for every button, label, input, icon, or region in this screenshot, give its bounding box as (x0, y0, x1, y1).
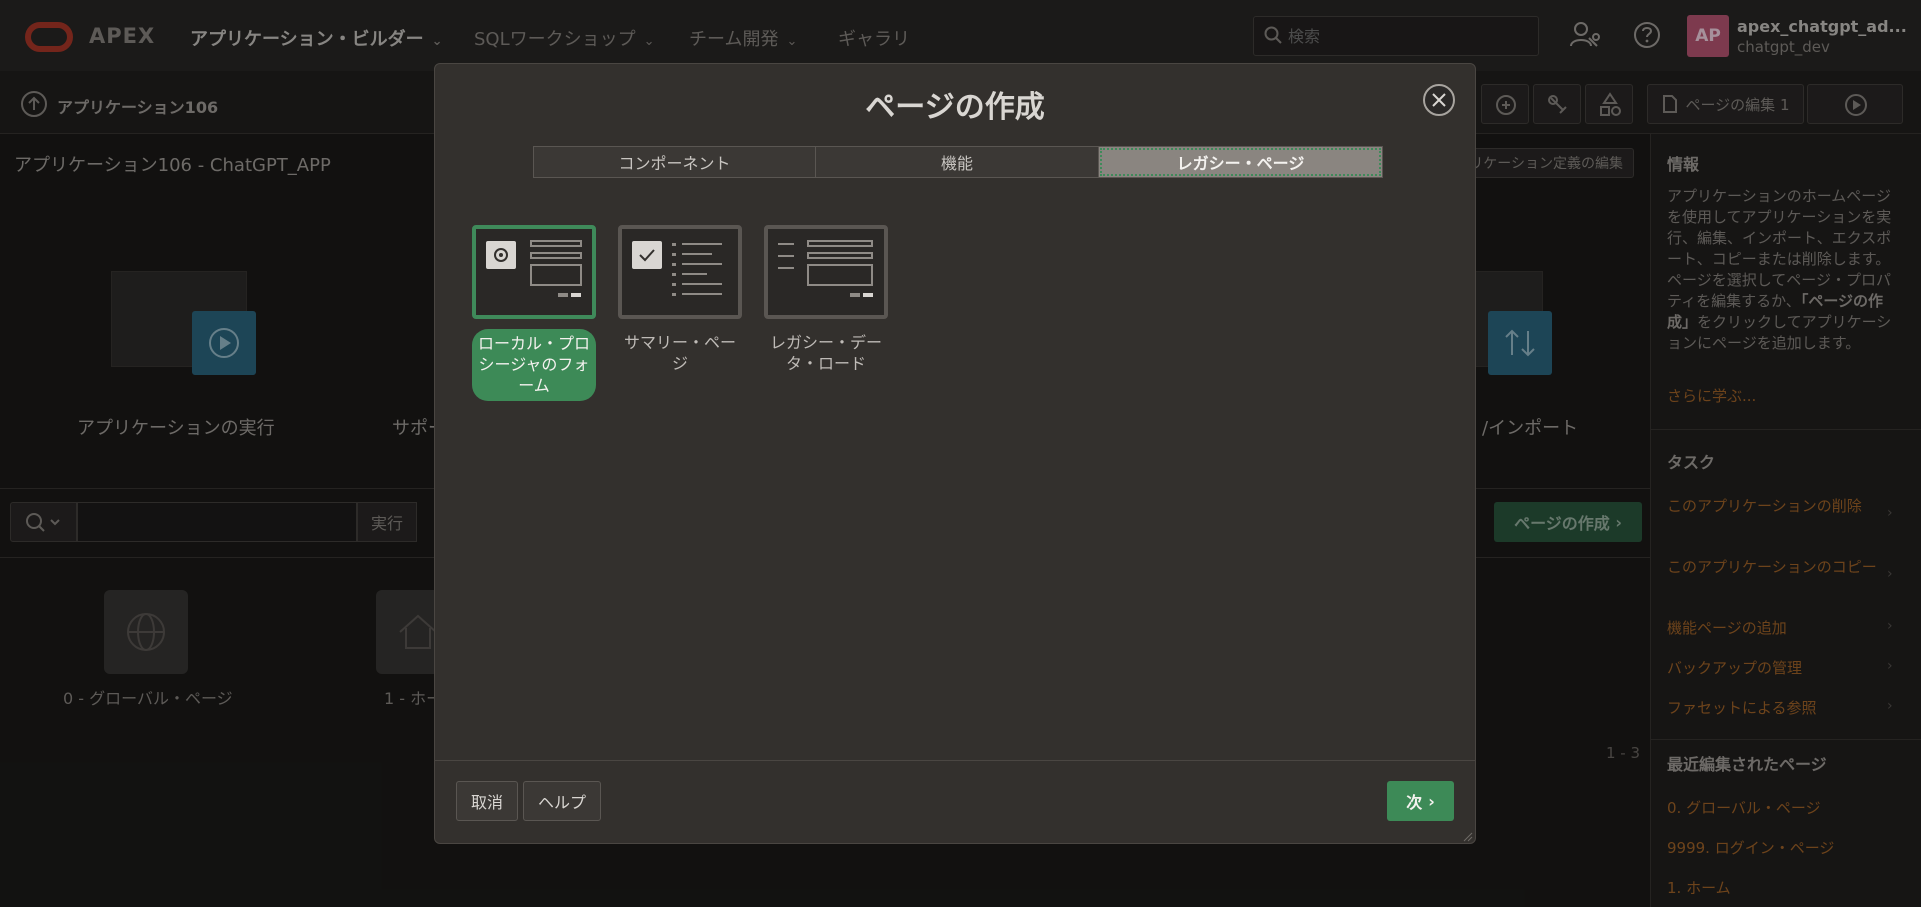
chevron-right-icon: › (1428, 791, 1435, 811)
close-button[interactable] (1423, 84, 1455, 116)
cancel-button[interactable]: 取消 (456, 781, 518, 821)
create-page-dialog: ページの作成 コンポーネント 機能 レガシー・ページ ローカル・プロシージャのフ… (434, 63, 1476, 844)
tab-features[interactable]: 機能 (816, 147, 1099, 177)
help-button[interactable]: ヘルプ (523, 781, 601, 821)
dialog-footer-divider (435, 760, 1475, 761)
data-load-template-icon (778, 240, 873, 297)
next-label: 次 (1406, 793, 1423, 812)
page-type-tabs: コンポーネント 機能 レガシー・ページ (533, 146, 1383, 178)
resize-handle-icon[interactable] (1463, 832, 1473, 842)
form-template-icon (486, 240, 582, 297)
close-icon (1432, 93, 1446, 107)
card-legacy-data-load-label[interactable]: レガシー・データ・ロード (764, 332, 888, 374)
summary-template-icon (632, 241, 722, 296)
card-summary-page[interactable] (618, 225, 742, 319)
card-local-procedure-form[interactable] (472, 225, 596, 319)
card-local-procedure-form-label[interactable]: ローカル・プロシージャのフォーム (472, 329, 596, 401)
dialog-title: ページの作成 (865, 90, 1045, 125)
tab-components[interactable]: コンポーネント (534, 147, 816, 177)
card-summary-page-label[interactable]: サマリー・ページ (618, 332, 742, 374)
tab-legacy-pages[interactable]: レガシー・ページ (1099, 147, 1382, 177)
card-legacy-data-load[interactable] (764, 225, 888, 319)
next-button[interactable]: 次 › (1387, 781, 1454, 821)
